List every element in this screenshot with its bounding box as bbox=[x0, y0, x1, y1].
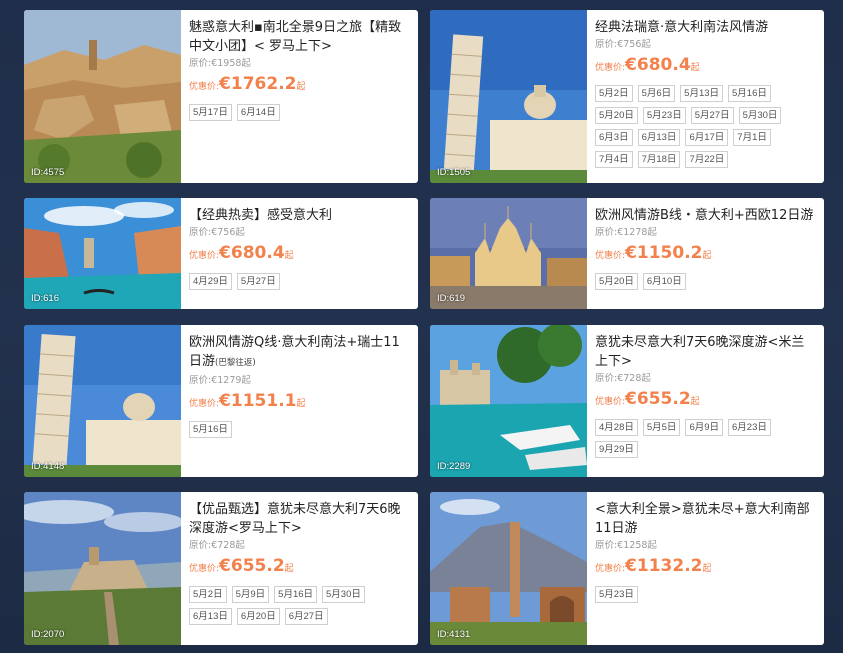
departure-dates: 4月29日 5月27日 bbox=[189, 273, 401, 290]
departure-date-chip[interactable]: 6月17日 bbox=[685, 129, 729, 146]
tour-title[interactable]: 欧洲风情游B线・意大利+西欧12日游 bbox=[595, 206, 815, 225]
tour-id: ID:2070 bbox=[31, 629, 65, 640]
tour-photo-lake-garda[interactable]: ID:2289 bbox=[430, 325, 587, 477]
original-price: 原价:€756起 bbox=[595, 39, 651, 50]
tour-title[interactable]: 魅惑意大利▪南北全景9日之旅【精致中文小团】< 罗马上下> bbox=[189, 18, 409, 56]
departure-date-chip[interactable]: 5月16日 bbox=[189, 421, 232, 438]
departure-date-chip[interactable]: 6月14日 bbox=[236, 104, 280, 121]
tour-card[interactable]: ID:1505 经典法瑞意·意大利南法风情游 原价:€756起 优惠价:€680… bbox=[430, 10, 824, 183]
tour-photo-civita[interactable]: ID:2070 bbox=[24, 492, 181, 645]
discount-price: 优惠价:€1762.2起 bbox=[189, 74, 306, 94]
tour-card[interactable]: ID:2070 【优品甄选】意犹未尽意大利7天6晚深度游<罗马上下> 原价:€7… bbox=[24, 492, 418, 645]
tour-card[interactable]: ID:2289 意犹未尽意大利7天6晚深度游<米兰上下> 原价:€728起 优惠… bbox=[430, 325, 824, 477]
departure-date-chip[interactable]: 5月16日 bbox=[728, 85, 771, 102]
departure-date-chip[interactable]: 7月18日 bbox=[637, 151, 681, 168]
departure-date-chip[interactable]: 5月17日 bbox=[189, 104, 232, 121]
departure-date-chip[interactable]: 5月27日 bbox=[236, 273, 280, 290]
departure-date-chip[interactable]: 5月6日 bbox=[637, 85, 676, 102]
tour-title[interactable]: 欧洲风情游Q线·意大利南法+瑞士11日游(巴黎往返) bbox=[189, 333, 409, 373]
discount-price: 优惠价:€680.4起 bbox=[189, 243, 294, 263]
departure-date-chip[interactable]: 5月16日 bbox=[274, 586, 318, 603]
departure-date-chip[interactable]: 5月30日 bbox=[322, 586, 365, 603]
departure-date-chip[interactable]: 5月23日 bbox=[595, 586, 638, 603]
tour-id: ID:4148 bbox=[31, 461, 65, 472]
tour-id: ID:619 bbox=[437, 293, 465, 304]
departure-date-chip[interactable]: 5月13日 bbox=[680, 85, 724, 102]
original-price: 原价:€1258起 bbox=[595, 540, 657, 551]
tour-title[interactable]: 【经典热卖】感受意大利 bbox=[189, 206, 409, 225]
tour-title[interactable]: 意犹未尽意大利7天6晚深度游<米兰上下> bbox=[595, 333, 815, 371]
departure-date-chip[interactable]: 6月13日 bbox=[637, 129, 681, 146]
tour-id: ID:1505 bbox=[437, 167, 471, 178]
tour-title[interactable]: 经典法瑞意·意大利南法风情游 bbox=[595, 18, 815, 37]
departure-date-chip[interactable]: 6月9日 bbox=[685, 419, 724, 436]
departure-date-chip[interactable]: 5月27日 bbox=[690, 107, 734, 124]
tour-photo-milan[interactable]: ID:619 bbox=[430, 198, 587, 309]
departure-dates: 5月23日 bbox=[595, 586, 807, 603]
departure-date-chip[interactable]: 5月20日 bbox=[595, 107, 638, 124]
departure-date-chip[interactable]: 5月30日 bbox=[738, 107, 782, 124]
departure-dates: 5月17日 6月14日 bbox=[189, 104, 401, 121]
departure-date-chip[interactable]: 5月23日 bbox=[642, 107, 686, 124]
departure-date-chip[interactable]: 5月2日 bbox=[595, 85, 633, 102]
tour-card[interactable]: ID:616 【经典热卖】感受意大利 原价:€756起 优惠价:€680.4起 … bbox=[24, 198, 418, 309]
tour-card[interactable]: ID:619 欧洲风情游B线・意大利+西欧12日游 原价:€1278起 优惠价:… bbox=[430, 198, 824, 309]
original-price: 原价:€728起 bbox=[595, 373, 651, 384]
departure-date-chip[interactable]: 7月4日 bbox=[595, 151, 633, 168]
tour-id: ID:4575 bbox=[31, 167, 65, 178]
tour-card[interactable]: ID:4148 欧洲风情游Q线·意大利南法+瑞士11日游(巴黎往返) 原价:€1… bbox=[24, 325, 418, 477]
departure-date-chip[interactable]: 6月13日 bbox=[189, 608, 232, 625]
discount-price: 优惠价:€1132.2起 bbox=[595, 556, 712, 576]
original-price: 原价:€756起 bbox=[189, 227, 245, 238]
original-price: 原价:€1278起 bbox=[595, 227, 657, 238]
departure-date-chip[interactable]: 4月28日 bbox=[595, 419, 638, 436]
original-price: 原价:€728起 bbox=[189, 540, 245, 551]
discount-price: 优惠价:€655.2起 bbox=[595, 389, 700, 409]
departure-dates: 5月16日 bbox=[189, 421, 401, 438]
tour-photo-pisa[interactable]: ID:1505 bbox=[430, 10, 587, 183]
departure-date-chip[interactable]: 6月27日 bbox=[284, 608, 328, 625]
tour-title[interactable]: 【优品甄选】意犹未尽意大利7天6晚深度游<罗马上下> bbox=[189, 500, 409, 538]
tour-photo-pompeii[interactable]: ID:4131 bbox=[430, 492, 587, 645]
tour-photo-venice[interactable]: ID:616 bbox=[24, 198, 181, 309]
departure-date-chip[interactable]: 9月29日 bbox=[595, 441, 638, 458]
tour-title[interactable]: <意大利全景>意犹未尽+意大利南部11日游 bbox=[595, 500, 815, 538]
original-price: 原价:€1958起 bbox=[189, 58, 251, 69]
tour-photo-matera[interactable]: ID:4575 bbox=[24, 10, 181, 183]
title-note: (巴黎往返) bbox=[215, 358, 256, 368]
departure-dates: 4月28日 5月5日 6月9日 6月23日 9月29日 bbox=[595, 419, 807, 458]
tour-id: ID:2289 bbox=[437, 461, 471, 472]
departure-date-chip[interactable]: 5月9日 bbox=[231, 586, 270, 603]
departure-date-chip[interactable]: 6月10日 bbox=[642, 273, 686, 290]
departure-date-chip[interactable]: 6月3日 bbox=[595, 129, 633, 146]
discount-price: 优惠价:€680.4起 bbox=[595, 55, 700, 75]
tour-id: ID:4131 bbox=[437, 629, 471, 640]
tour-id: ID:616 bbox=[31, 293, 59, 304]
departure-date-chip[interactable]: 7月1日 bbox=[733, 129, 771, 146]
departure-dates: 5月2日 5月6日 5月13日 5月16日 5月20日 5月23日 5月27日 5月30日 6月… bbox=[595, 85, 807, 168]
departure-date-chip[interactable]: 5月2日 bbox=[189, 586, 227, 603]
departure-date-chip[interactable]: 7月22日 bbox=[685, 151, 729, 168]
discount-price: 优惠价:€1150.2起 bbox=[595, 243, 712, 263]
tour-photo-pisa[interactable]: ID:4148 bbox=[24, 325, 181, 477]
departure-dates: 5月2日 5月9日 5月16日 5月30日 6月13日 6月20日 6月27日 bbox=[189, 586, 401, 625]
tour-card[interactable]: ID:4131 <意大利全景>意犹未尽+意大利南部11日游 原价:€1258起 … bbox=[430, 492, 824, 645]
departure-dates: 5月20日 6月10日 bbox=[595, 273, 807, 290]
departure-date-chip[interactable]: 5月20日 bbox=[595, 273, 638, 290]
discount-price: 优惠价:€655.2起 bbox=[189, 556, 294, 576]
departure-date-chip[interactable]: 6月23日 bbox=[728, 419, 771, 436]
original-price: 原价:€1279起 bbox=[189, 375, 251, 386]
departure-date-chip[interactable]: 5月5日 bbox=[642, 419, 681, 436]
departure-date-chip[interactable]: 4月29日 bbox=[189, 273, 232, 290]
tour-card[interactable]: ID:4575 魅惑意大利▪南北全景9日之旅【精致中文小团】< 罗马上下> 原价… bbox=[24, 10, 418, 183]
departure-date-chip[interactable]: 6月20日 bbox=[236, 608, 280, 625]
discount-price: 优惠价:€1151.1起 bbox=[189, 391, 306, 411]
